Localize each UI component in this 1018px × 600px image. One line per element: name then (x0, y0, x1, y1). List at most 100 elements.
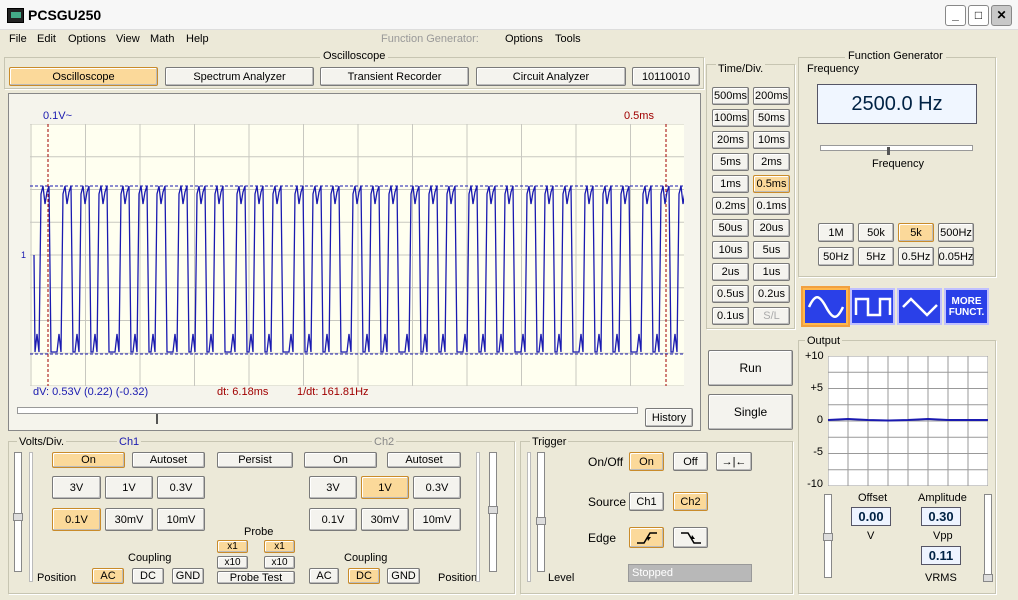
tab-logic[interactable]: 10110010 (632, 67, 700, 86)
timediv-0-5us-button[interactable]: 0.5us (712, 285, 749, 303)
fg-range-50hz-button[interactable]: 50Hz (818, 247, 854, 266)
timediv-2ms-button[interactable]: 2ms (753, 153, 790, 171)
run-button[interactable]: Run (708, 350, 793, 386)
fg-range-5hz-button[interactable]: 5Hz (858, 247, 894, 266)
trigger-off-button[interactable]: Off (673, 452, 708, 471)
timediv-20ms-button[interactable]: 20ms (712, 131, 749, 149)
menu-fg-tools[interactable]: Tools (555, 33, 581, 45)
fg-range-50k-button[interactable]: 50k (858, 223, 894, 242)
trigger-edge-falling[interactable] (673, 527, 708, 548)
timediv-0-5ms-button[interactable]: 0.5ms (753, 175, 790, 193)
timediv-200ms-button[interactable]: 200ms (753, 87, 790, 105)
ch1-coupling-gnd[interactable]: GND (172, 568, 204, 584)
menu-fg-options[interactable]: Options (505, 33, 543, 45)
fg-range-5k-button[interactable]: 5k (898, 223, 934, 242)
menu-options[interactable]: Options (68, 33, 106, 45)
ch2-range-3v[interactable]: 3V (309, 476, 357, 499)
tab-transient-recorder[interactable]: Transient Recorder (320, 67, 469, 86)
more-functions-button[interactable]: MORE FUNCT. (944, 288, 989, 325)
triangle-wave-button[interactable] (897, 288, 942, 325)
time-scroll-track[interactable] (17, 407, 638, 414)
offset-slider-thumb[interactable] (823, 533, 833, 541)
timediv-2us-button[interactable]: 2us (712, 263, 749, 281)
fg-range-1m-button[interactable]: 1M (818, 223, 854, 242)
ch2-range-1v[interactable]: 1V (361, 476, 409, 499)
timediv-500ms-button[interactable]: 500ms (712, 87, 749, 105)
ch2-position-thumb[interactable] (488, 506, 498, 514)
minimize-button[interactable]: _ (945, 5, 966, 26)
ch1-range-3v[interactable]: 3V (52, 476, 101, 499)
ch2-range-30mv[interactable]: 30mV (361, 508, 409, 531)
timediv-50us-button[interactable]: 50us (712, 219, 749, 237)
trigger-on-button[interactable]: On (629, 452, 664, 471)
ch1-range-10mv[interactable]: 10mV (157, 508, 205, 531)
ch2-coupling-dc[interactable]: DC (348, 568, 380, 584)
ch1-position-thumb[interactable] (13, 513, 23, 521)
offset-value[interactable]: 0.00 (851, 507, 891, 526)
timediv-10ms-button[interactable]: 10ms (753, 131, 790, 149)
timediv-1ms-button[interactable]: 1ms (712, 175, 749, 193)
timediv-20us-button[interactable]: 20us (753, 219, 790, 237)
persist-button[interactable]: Persist (217, 452, 293, 468)
history-button[interactable]: History (645, 408, 693, 427)
ch1-coupling-ac[interactable]: AC (92, 568, 124, 584)
timediv-100ms-button[interactable]: 100ms (712, 109, 749, 127)
ch1-coupling-dc[interactable]: DC (132, 568, 164, 584)
timediv-5us-button[interactable]: 5us (753, 241, 790, 259)
menu-file[interactable]: File (9, 33, 27, 45)
amplitude-value[interactable]: 0.30 (921, 507, 961, 526)
scope-screen[interactable] (30, 124, 684, 386)
single-button[interactable]: Single (708, 394, 793, 430)
tab-oscilloscope[interactable]: Oscilloscope (9, 67, 158, 86)
tab-spectrum-analyzer[interactable]: Spectrum Analyzer (165, 67, 314, 86)
timediv-0-2us-button[interactable]: 0.2us (753, 285, 790, 303)
ch2-autoset-button[interactable]: Autoset (387, 452, 461, 468)
trigger-source-ch2[interactable]: Ch2 (673, 492, 708, 511)
ch1-probe-x1[interactable]: x1 (217, 540, 248, 553)
probe-test-button[interactable]: Probe Test (217, 571, 295, 584)
ch2-probe-x1[interactable]: x1 (264, 540, 295, 553)
timediv-50ms-button[interactable]: 50ms (753, 109, 790, 127)
timediv-s-l-button[interactable]: S/L (753, 307, 790, 325)
ch2-probe-x10[interactable]: x10 (264, 556, 295, 569)
sine-wave-button[interactable] (803, 288, 848, 325)
ch1-range-30mv[interactable]: 30mV (105, 508, 153, 531)
timediv-0-1us-button[interactable]: 0.1us (712, 307, 749, 325)
trigger-level-thumb[interactable] (536, 517, 546, 525)
trigger-expand-button[interactable]: →|← (716, 452, 752, 471)
ch1-range-1v[interactable]: 1V (105, 476, 153, 499)
timediv-0-2ms-button[interactable]: 0.2ms (712, 197, 749, 215)
amplitude-slider-track[interactable] (984, 494, 992, 578)
ch1-range-0-1v[interactable]: 0.1V (52, 508, 101, 531)
fg-frequency-slider-thumb[interactable] (887, 147, 890, 155)
ch1-on-button[interactable]: On (52, 452, 125, 468)
square-wave-button[interactable] (850, 288, 895, 325)
menu-math[interactable]: Math (150, 33, 174, 45)
ch2-on-button[interactable]: On (304, 452, 377, 468)
ch1-autoset-button[interactable]: Autoset (132, 452, 205, 468)
ch2-coupling-ac[interactable]: AC (309, 568, 339, 584)
fg-range-500hz-button[interactable]: 500Hz (938, 223, 974, 242)
trigger-edge-rising[interactable] (629, 527, 664, 548)
ch1-range-0-3v[interactable]: 0.3V (157, 476, 205, 499)
ch2-range-0-1v[interactable]: 0.1V (309, 508, 357, 531)
timediv-5ms-button[interactable]: 5ms (712, 153, 749, 171)
timediv-1us-button[interactable]: 1us (753, 263, 790, 281)
timediv-10us-button[interactable]: 10us (712, 241, 749, 259)
time-scroll-thumb[interactable] (156, 414, 158, 424)
menu-help[interactable]: Help (186, 33, 209, 45)
ch2-range-0-3v[interactable]: 0.3V (413, 476, 461, 499)
amplitude-slider-thumb[interactable] (983, 574, 993, 582)
ch1-probe-x10[interactable]: x10 (217, 556, 248, 569)
ch2-range-10mv[interactable]: 10mV (413, 508, 461, 531)
maximize-button[interactable]: □ (968, 5, 989, 26)
timediv-0-1ms-button[interactable]: 0.1ms (753, 197, 790, 215)
fg-range-0-5hz-button[interactable]: 0.5Hz (898, 247, 934, 266)
tab-circuit-analyzer[interactable]: Circuit Analyzer (476, 67, 626, 86)
menu-edit[interactable]: Edit (37, 33, 56, 45)
fg-frequency-slider-track[interactable] (820, 145, 973, 151)
close-button[interactable]: ✕ (991, 5, 1012, 26)
trigger-source-ch1[interactable]: Ch1 (629, 492, 664, 511)
ch2-coupling-gnd[interactable]: GND (387, 568, 420, 584)
menu-view[interactable]: View (116, 33, 140, 45)
